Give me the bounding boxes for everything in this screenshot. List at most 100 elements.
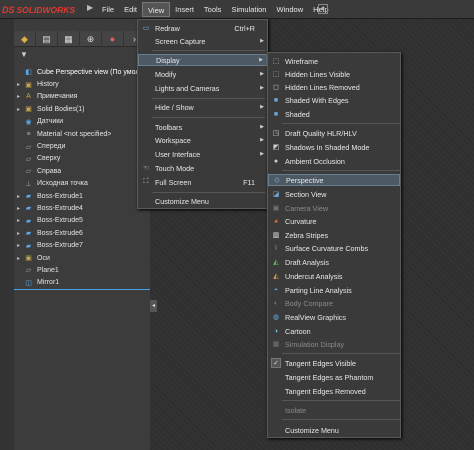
curvature-combs-icon: ⌇ (274, 245, 278, 252)
camera-view-icon: ▣ (272, 205, 280, 212)
menu-item-hidden-lines-removed[interactable]: ◻ Hidden Lines Removed (268, 81, 400, 93)
menu-item-redraw[interactable]: ▭ Redraw Ctrl+R (138, 22, 267, 34)
plane-icon: ▱ (25, 168, 32, 176)
menu-item-tangent-edges-visible[interactable]: ✓ Tangent Edges Visible (268, 357, 400, 369)
menu-item-toolbars[interactable]: Toolbars ▶ (138, 121, 267, 133)
curvature-icon: ◕ (273, 217, 279, 225)
tree-root[interactable]: ◧ Cube Perspective view (По умолча (14, 66, 150, 78)
touch-icon: ☜ (142, 165, 150, 172)
menu-item-perspective[interactable]: ◇ Perspective (268, 174, 400, 186)
extrude-icon: ▰ (25, 242, 32, 250)
menu-bar: File Edit View Insert Tools Simulation W… (97, 2, 334, 17)
menu-item-modify[interactable]: Modify ▶ (138, 68, 267, 80)
menu-item-body-compare[interactable]: ◐ Body Compare (268, 297, 400, 309)
menu-item-lights-cameras[interactable]: Lights and Cameras ▶ (138, 82, 267, 94)
solid-bodies-icon: ▣ (25, 106, 32, 114)
menu-expand-arrow-icon[interactable]: ▶ (87, 3, 97, 16)
menu-item-customize-display[interactable]: Customize Menu (268, 424, 400, 436)
menu-item-user-interface[interactable]: User Interface ▶ (138, 148, 267, 160)
menu-item-customize[interactable]: Customize Menu (138, 195, 267, 207)
ambient-occlusion-icon: ● (273, 157, 279, 165)
menu-item-undercut-analysis[interactable]: ◭ Undercut Analysis (268, 270, 400, 282)
menu-separator (282, 170, 400, 171)
menu-item-screen-capture[interactable]: Screen Capture ▶ (138, 35, 267, 47)
collapse-panel-handle[interactable]: ◂ (150, 300, 157, 312)
menu-item-simulation-display[interactable]: ▦ Simulation Display (268, 338, 400, 350)
zebra-stripes-icon: ▥ (272, 232, 280, 239)
display-manager-tab-icon[interactable]: ● (102, 31, 124, 47)
menu-item-draft-quality[interactable]: ◳ Draft Quality HLR/HLV (268, 127, 400, 139)
menu-edit[interactable]: Edit (119, 2, 142, 17)
pin-icon[interactable]: ▾ (318, 4, 328, 14)
tree-item-front-plane[interactable]: ▱ Спереди (14, 140, 150, 152)
tree-item-mirror1[interactable]: ◫ Mirror1 (14, 277, 150, 289)
menu-item-draft-analysis[interactable]: ◭ Draft Analysis (268, 256, 400, 268)
menu-separator (282, 123, 400, 124)
tree-item-boss-extrude7[interactable]: ▸ ▰ Boss-Extrude7 (14, 239, 150, 251)
menu-insert[interactable]: Insert (170, 2, 199, 17)
menu-item-touch-mode[interactable]: ☜ Touch Mode (138, 162, 267, 174)
menu-item-cartoon[interactable]: ◑ Cartoon (268, 325, 400, 337)
tree-item-plane1[interactable]: ▱ Plane1 (14, 264, 150, 276)
menu-separator (282, 353, 400, 354)
tree-item-annotations[interactable]: ▸ A Примечания (14, 91, 150, 103)
menu-item-parting-line[interactable]: ◓ Parting Line Analysis (268, 284, 400, 296)
parting-line-icon: ◓ (273, 286, 279, 294)
redraw-icon: ▭ (142, 25, 150, 32)
simulation-display-icon: ▦ (272, 341, 280, 348)
feature-tree: ◧ Cube Perspective view (По умолча ▸ ▣ Hist… (14, 66, 150, 289)
tree-item-right-plane[interactable]: ▱ Справа (14, 165, 150, 177)
menu-separator (152, 192, 265, 193)
menu-item-tangent-edges-phantom[interactable]: Tangent Edges as Phantom (268, 371, 400, 383)
shaded-icon: ■ (273, 110, 279, 118)
menu-item-display[interactable]: Display ▶ (138, 54, 267, 66)
menu-window[interactable]: Window (271, 2, 308, 17)
material-icon: ≡ (26, 130, 31, 138)
menu-item-isolate[interactable]: Isolate (268, 404, 400, 416)
menu-file[interactable]: File (97, 2, 119, 17)
menu-item-shaded-with-edges[interactable]: ■ Shaded With Edges (268, 94, 400, 106)
menu-item-curvature[interactable]: ◕ Curvature (268, 215, 400, 227)
menu-item-hidden-lines-visible[interactable]: ⬚ Hidden Lines Visible (268, 68, 400, 80)
tree-item-solid-bodies[interactable]: ▸ ▣ Solid Bodies(1) (14, 103, 150, 115)
rollback-bar[interactable] (14, 289, 150, 290)
menu-item-shadows[interactable]: ◩ Shadows In Shaded Mode (268, 141, 400, 153)
tree-item-boss-extrude5[interactable]: ▸ ▰ Boss-Extrude5 (14, 215, 150, 227)
menu-item-hide-show[interactable]: Hide / Show ▶ (138, 101, 267, 113)
property-manager-tab-icon[interactable]: ▤ (36, 31, 58, 47)
menu-simulation[interactable]: Simulation (226, 2, 271, 17)
menu-item-section-view[interactable]: ◪ Section View (268, 188, 400, 200)
menu-item-curvature-combs[interactable]: ⌇ Surface Curvature Combs (268, 242, 400, 254)
side-toolbar-strip (0, 19, 14, 450)
tree-item-axes[interactable]: ▸ ▣ Оси (14, 252, 150, 264)
tree-item-top-plane[interactable]: ▱ Сверху (14, 153, 150, 165)
tree-item-material[interactable]: ≡ Material <not specified> (14, 128, 150, 140)
menu-item-wireframe[interactable]: ⬚ Wireframe (268, 55, 400, 67)
feature-manager-tab-icon[interactable]: ◆ (14, 31, 36, 47)
checkmark-icon: ✓ (271, 358, 281, 368)
menu-item-ambient-occlusion[interactable]: ● Ambient Occlusion (268, 155, 400, 167)
tree-item-boss-extrude6[interactable]: ▸ ▰ Boss-Extrude6 (14, 227, 150, 239)
menu-tools[interactable]: Tools (199, 2, 227, 17)
tree-item-history[interactable]: ▸ ▣ History (14, 78, 150, 90)
menu-separator (152, 98, 265, 99)
menu-item-camera-view[interactable]: ▣ Camera View (268, 202, 400, 214)
tree-item-boss-extrude1[interactable]: ▸ ▰ Boss-Extrude1 (14, 190, 150, 202)
hidden-lines-removed-icon: ◻ (273, 84, 279, 91)
menu-item-tangent-edges-removed[interactable]: Tangent Edges Removed (268, 385, 400, 397)
configuration-manager-tab-icon[interactable]: ▦ (58, 31, 80, 47)
menu-item-zebra-stripes[interactable]: ▥ Zebra Stripes (268, 229, 400, 241)
tree-item-boss-extrude4[interactable]: ▸ ▰ Boss-Extrude4 (14, 202, 150, 214)
draft-analysis-icon: ◭ (273, 259, 279, 266)
menu-item-workspace[interactable]: Workspace ▶ (138, 134, 267, 146)
menu-item-shaded[interactable]: ■ Shaded (268, 108, 400, 120)
menu-item-realview[interactable]: ◍ RealView Graphics (268, 311, 400, 323)
menu-separator (152, 50, 265, 51)
menu-item-full-screen[interactable]: ⛶ Full Screen F11 (138, 176, 267, 188)
tree-item-sensors[interactable]: ◉ Датчики (14, 116, 150, 128)
dimxpert-tab-icon[interactable]: ⊕ (80, 31, 102, 47)
tree-item-origin[interactable]: ⊥ Исходная точка (14, 178, 150, 190)
filter-icon[interactable]: ▼ (20, 50, 28, 59)
solidworks-logo: DS SOLIDWORKS (2, 4, 76, 15)
menu-view[interactable]: View (142, 2, 171, 17)
